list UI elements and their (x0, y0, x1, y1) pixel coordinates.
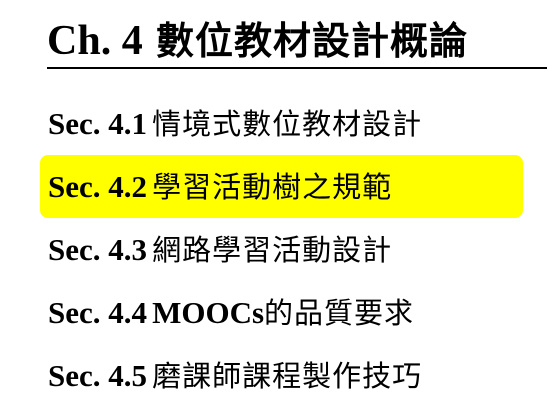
section-title: 磨課師課程製作技巧 (152, 359, 423, 393)
section-item-4-1[interactable]: Sec. 4.1 情境式數位教材設計 (40, 92, 530, 155)
section-item-4-2-highlighted[interactable]: Sec. 4.2 學習活動樹之規範 (40, 155, 523, 218)
section-item-4-4[interactable]: Sec. 4.4 MOOCs的品質要求 (40, 281, 530, 344)
section-title-chinese: 的品質要求 (264, 296, 415, 330)
section-code: Sec. 4.4 (48, 295, 148, 330)
chapter-code: Ch. 4 (47, 18, 143, 64)
section-item-4-5[interactable]: Sec. 4.5 磨課師課程製作技巧 (40, 344, 530, 407)
section-code: Sec. 4.2 (48, 169, 148, 204)
section-item-4-3[interactable]: Sec. 4.3 網路學習活動設計 (40, 218, 530, 281)
section-title: 情境式數位教材設計 (152, 107, 423, 141)
section-code: Sec. 4.3 (48, 232, 148, 267)
section-code: Sec. 4.5 (48, 358, 148, 393)
section-list: Sec. 4.1 情境式數位教材設計 Sec. 4.2 學習活動樹之規範 Sec… (40, 92, 530, 407)
section-title-latin: MOOCs (152, 295, 265, 330)
section-title: 學習活動樹之規範 (152, 170, 393, 204)
title-underline (47, 67, 547, 69)
section-code: Sec. 4.1 (48, 106, 148, 141)
chapter-name: 數位教材設計概論 (155, 19, 468, 63)
chapter-title: Ch. 4 數位教材設計概論 (47, 14, 468, 68)
section-title: 網路學習活動設計 (152, 233, 393, 267)
section-title: MOOCs的品質要求 (152, 295, 415, 330)
